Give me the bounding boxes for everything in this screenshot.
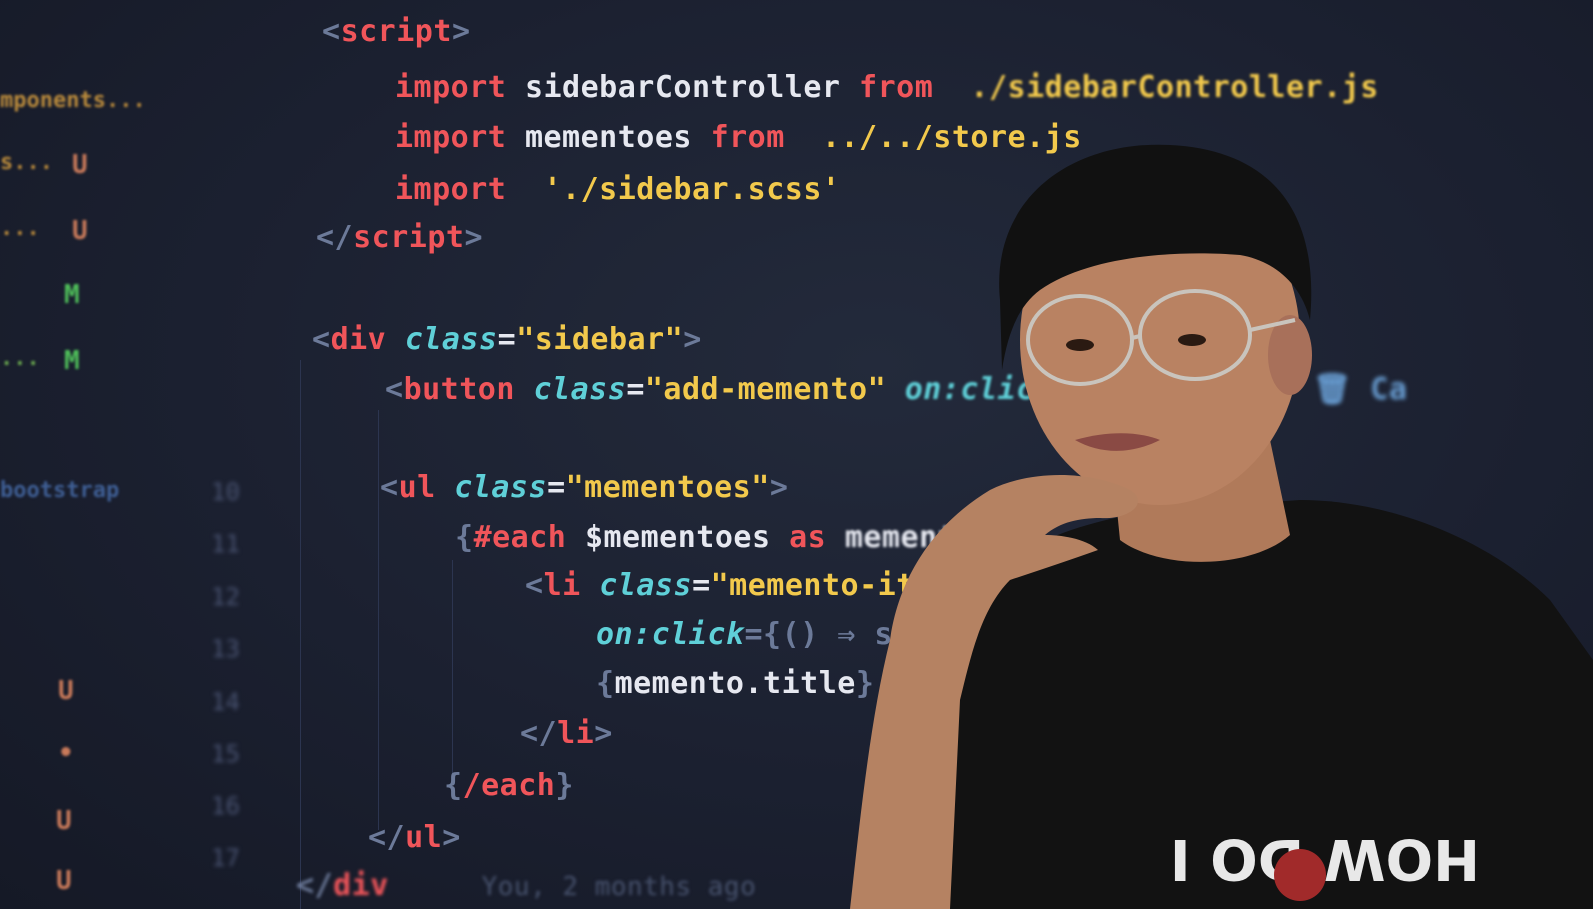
code-line: <div class="sidebar"> <box>312 322 702 357</box>
person-photo: HOW DO I <box>850 144 1593 909</box>
code-line: <ul class="mementoes"> <box>380 470 789 505</box>
code-background-scene: mponents... s... U ... U M ... M bootstr… <box>0 0 1593 909</box>
git-blame-annotation: You, 2 months ago <box>481 872 757 902</box>
code-line: </ul> <box>368 820 461 855</box>
ear <box>1268 315 1312 395</box>
shirt-logo <box>1274 849 1326 901</box>
code-line: import sidebarController from ./sidebarC… <box>395 70 1379 105</box>
code-line: <script> <box>322 14 471 49</box>
code-line: </script> <box>316 220 484 255</box>
code-line: </div You, 2 months ago <box>296 868 757 903</box>
code-line: </li> <box>520 716 613 751</box>
code-line: {/each} <box>444 768 574 803</box>
code-line: import './sidebar.scss' <box>395 172 841 207</box>
